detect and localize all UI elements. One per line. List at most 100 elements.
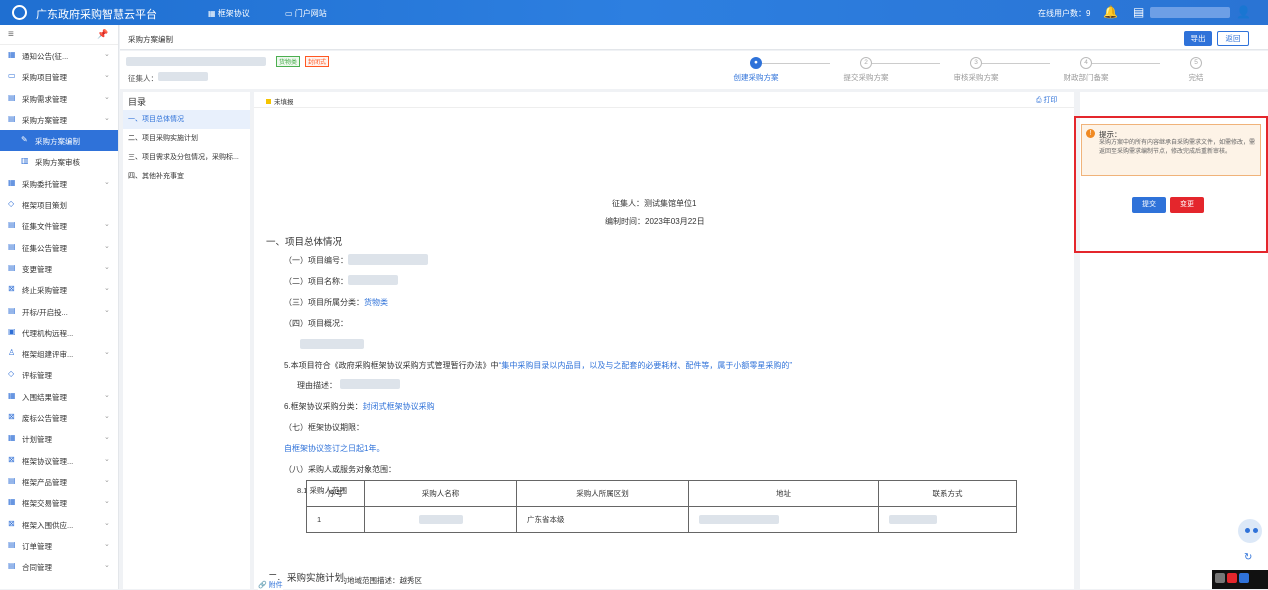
doc-icon: ▤: [8, 92, 16, 102]
sidebar-item[interactable]: ⊠ 废标公告管理 ⌄: [0, 407, 118, 428]
sidebar-item[interactable]: ✎ 采购方案编制: [0, 130, 118, 152]
step-circle: 2: [860, 57, 872, 69]
user-icon[interactable]: 👤: [1236, 5, 1251, 19]
document-icon[interactable]: ▤: [1133, 5, 1144, 19]
sidebar-item[interactable]: ▦ 框架交易管理 ⌄: [0, 492, 118, 513]
right-panel: ! 提示： 采购方案中的所有内容继承自采购需求文件，如需修改，需返回至采购需求编…: [1074, 92, 1268, 589]
toc-item[interactable]: 一、项目总体情况: [123, 110, 250, 129]
chevron-down-icon: ⌄: [104, 519, 110, 527]
framework-type-line: 6.框架协议采购分类：封闭式框架协议采购: [284, 401, 435, 412]
status-badge: 未填报: [266, 96, 294, 106]
doc-icon: ▤: [8, 113, 16, 123]
hint-box: ! 提示： 采购方案中的所有内容继承自采购需求文件，如需修改，需返回至采购需求编…: [1081, 124, 1261, 176]
sidebar-item[interactable]: ▤ 征集文件管理 ⌄: [0, 215, 118, 236]
monitor-icon: ▣: [8, 326, 16, 336]
sidebar-item-label: 代理机构远程...: [22, 328, 74, 338]
tray-blue-icon[interactable]: [1239, 573, 1249, 583]
sidebar-item[interactable]: ▤ 采购需求管理 ⌄: [0, 88, 118, 109]
stop-icon: ⊠: [8, 454, 15, 464]
project-number-redacted: [348, 254, 428, 265]
category-value: 货物类: [364, 298, 388, 307]
sidebar-menu: ▦ 通知公告(征... ⌄ ▭ 采购项目管理 ⌄ ▤ 采购需求管理 ⌄ ▤ 采购方案管理 ⌄ ✎ 采购方案…: [0, 45, 118, 577]
sidebar-item[interactable]: ▤ 合同管理 ⌄: [0, 556, 118, 577]
section-1-title: 一、项目总体情况: [266, 237, 343, 248]
project-name-value-redacted: [348, 275, 398, 285]
document-panel: 未填报 ⎙ 打印 征集人：测试集馆单位1 编制时间：2023年03月22日 一、…: [254, 92, 1074, 589]
sidebar-item[interactable]: ▦ 采购委托管理 ⌄: [0, 173, 118, 194]
sidebar-item[interactable]: ⊠ 框架入围供应... ⌄: [0, 514, 118, 535]
sidebar-item-label: 框架项目策划: [22, 201, 67, 211]
table-header-cell: 地址: [688, 480, 879, 507]
project-number-label: （一）项目编号：: [284, 256, 348, 265]
framework-type-value: 封闭式框架协议采购: [362, 402, 435, 411]
sidebar-item[interactable]: ♙ 框架组建评审... ⌄: [0, 343, 118, 364]
sidebar-item[interactable]: ⊠ 框架协议管理... ⌄: [0, 450, 118, 471]
chevron-down-icon: ⌄: [104, 263, 110, 271]
step-1: ● 创建采购方案: [716, 57, 796, 83]
sidebar-item[interactable]: ▤ 变更管理 ⌄: [0, 258, 118, 279]
sidebar-item[interactable]: ▥ 采购方案审核: [0, 151, 118, 172]
step-circle: 3: [970, 57, 982, 69]
sidebar-item[interactable]: ▭ 采购项目管理 ⌄: [0, 66, 118, 87]
toc-panel: 目录 一、项目总体情况 二、项目采购实施计划 三、项目需求及分包情况，采购标... 四…: [123, 92, 250, 589]
grid-icon: ▦: [8, 177, 16, 187]
menu-icon[interactable]: ≡: [8, 29, 14, 40]
category-tag: 货物类: [276, 56, 301, 67]
toc-item[interactable]: 二、项目采购实施计划: [123, 129, 250, 148]
sidebar-item[interactable]: ▦ 计划管理 ⌄: [0, 428, 118, 449]
back-button[interactable]: 返回: [1217, 31, 1249, 46]
grid-icon: ▦: [8, 433, 16, 443]
export-button[interactable]: 导出: [1184, 31, 1212, 46]
refresh-icon[interactable]: ↻: [1244, 552, 1252, 563]
project-info-bar: 货物类 封闭式 征集人： ● 创建采购方案 2 提交采购方案 3 审核采购方案 4 财政部门备…: [120, 51, 1268, 89]
stop-icon: ⊠: [8, 284, 15, 294]
sidebar-item[interactable]: ◇ 评标管理: [0, 364, 118, 385]
nav-frame-label: 框架协议: [217, 9, 250, 18]
change-button[interactable]: 变更: [1170, 197, 1204, 213]
bell-icon[interactable]: 🔔: [1103, 5, 1118, 19]
step-label: 提交采购方案: [843, 73, 889, 82]
step-2: 2 提交采购方案: [826, 57, 906, 83]
sidebar-item[interactable]: ▤ 采购方案管理 ⌄: [0, 109, 118, 130]
sidebar-item[interactable]: ▤ 开标/开启投... ⌄: [0, 301, 118, 322]
step-label: 财政部门备案: [1063, 73, 1109, 82]
project-name-redacted: [126, 57, 266, 66]
step-label: 审核采购方案: [953, 73, 999, 82]
step-3: 3 审核采购方案: [936, 57, 1016, 83]
step-5: 5 完结: [1156, 57, 1236, 83]
sidebar-item-label: 采购方案审核: [35, 158, 80, 168]
sidebar-item[interactable]: ⊠ 终止采购管理 ⌄: [0, 279, 118, 300]
sidebar-item-label: 采购委托管理: [22, 179, 67, 189]
step-circle: 4: [1080, 57, 1092, 69]
step-label: 完结: [1188, 73, 1204, 82]
sidebar-header: ≡ 📌: [0, 25, 118, 45]
chevron-down-icon: ⌄: [104, 72, 110, 80]
sidebar-item[interactable]: ▤ 订单管理 ⌄: [0, 535, 118, 556]
table-row: 1 广东省本级: [306, 506, 1017, 533]
toc-list: 一、项目总体情况 二、项目采购实施计划 三、项目需求及分包情况，采购标... 四、其他…: [123, 110, 250, 186]
project-name-label: （二）项目名称：: [284, 277, 348, 286]
sidebar: ≡ 📌 ▦ 通知公告(征... ⌄ ▭ 采购项目管理 ⌄ ▤ 采购需求管理 ⌄ ▤ 采购方案管理 ⌄ ✎…: [0, 25, 119, 589]
sidebar-item[interactable]: ▤ 框架产品管理 ⌄: [0, 471, 118, 492]
chevron-down-icon: ⌄: [104, 51, 110, 58]
pin-icon[interactable]: 📌: [97, 29, 108, 40]
toc-item[interactable]: 三、项目需求及分包情况，采购标...: [123, 148, 250, 167]
print-button[interactable]: ⎙ 打印: [1036, 95, 1058, 105]
sidebar-item[interactable]: ▦ 通知公告(征... ⌄: [0, 45, 118, 66]
logo-icon: [12, 5, 27, 20]
sidebar-item[interactable]: ◇ 框架项目策划: [0, 194, 118, 215]
sidebar-item[interactable]: ▤ 征集公告管理 ⌄: [0, 237, 118, 258]
toc-item[interactable]: 四、其他补充事宜: [123, 167, 250, 186]
chevron-down-icon: ⌄: [104, 413, 110, 421]
tray-grid-icon[interactable]: [1215, 573, 1225, 583]
submit-button[interactable]: 提交: [1132, 197, 1166, 213]
nav-portal[interactable]: ▭ 门户网站: [285, 8, 327, 19]
sidebar-item[interactable]: ▣ 代理机构远程...: [0, 322, 118, 343]
step-circle: 5: [1190, 57, 1202, 69]
sidebar-item[interactable]: ▦ 入围结果管理 ⌄: [0, 386, 118, 407]
assistant-bot-icon[interactable]: [1236, 517, 1264, 545]
step-label: 创建采购方案: [733, 73, 779, 82]
nav-frame-agreement[interactable]: ▦ 框架协议: [208, 8, 250, 19]
tray-s-icon[interactable]: [1227, 573, 1237, 583]
step-circle: ●: [750, 57, 762, 69]
